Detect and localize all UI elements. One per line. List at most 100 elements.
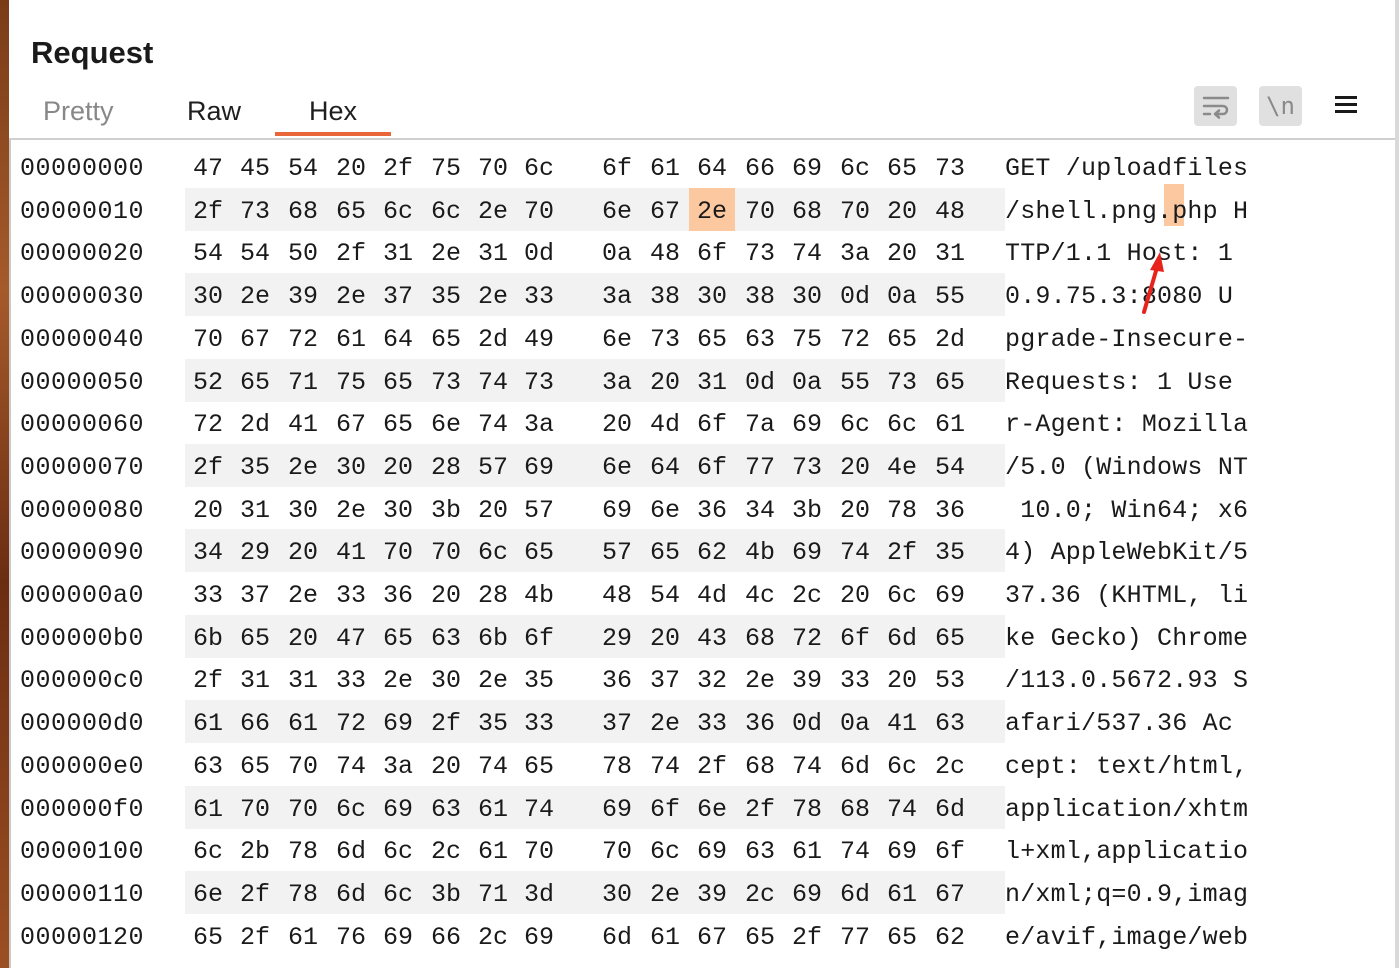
hex-byte[interactable]: 20 xyxy=(280,615,326,658)
hex-byte[interactable]: 6d xyxy=(927,786,973,829)
hex-byte[interactable]: 2e xyxy=(375,657,421,700)
hex-byte[interactable]: 30 xyxy=(784,273,830,316)
hex-byte[interactable]: 36 xyxy=(927,487,973,530)
hex-byte[interactable]: 6d xyxy=(832,871,878,914)
hex-byte[interactable]: 2e xyxy=(280,444,326,487)
hex-byte[interactable]: 2f xyxy=(185,444,231,487)
hex-byte[interactable]: 20 xyxy=(280,529,326,572)
hex-byte[interactable]: 36 xyxy=(375,572,421,615)
hex-byte[interactable]: 65 xyxy=(423,316,469,359)
hex-byte[interactable]: 3b xyxy=(423,487,469,530)
hex-byte[interactable]: 65 xyxy=(516,743,562,786)
hex-byte[interactable]: 68 xyxy=(784,188,830,231)
hex-byte[interactable]: 69 xyxy=(375,786,421,829)
hex-byte[interactable]: 33 xyxy=(516,273,562,316)
hex-byte[interactable]: 65 xyxy=(232,615,278,658)
hex-byte[interactable]: 0d xyxy=(737,359,783,402)
hex-byte[interactable]: 6c xyxy=(879,743,925,786)
hex-byte[interactable]: 41 xyxy=(280,401,326,444)
hex-byte[interactable]: 2e xyxy=(689,187,735,231)
hex-byte[interactable]: 61 xyxy=(927,401,973,444)
hex-byte[interactable]: 65 xyxy=(927,615,973,658)
hex-byte[interactable]: 2e xyxy=(423,230,469,273)
hex-byte[interactable]: 69 xyxy=(879,828,925,871)
hex-byte[interactable]: 35 xyxy=(516,657,562,700)
hex-byte[interactable]: 64 xyxy=(689,145,735,188)
hex-byte[interactable]: 3a xyxy=(516,401,562,444)
hex-byte[interactable]: 70 xyxy=(516,188,562,231)
hex-byte[interactable]: 0a xyxy=(784,359,830,402)
hex-byte[interactable]: 74 xyxy=(642,743,688,786)
hex-byte[interactable]: 6f xyxy=(689,444,735,487)
hex-byte[interactable]: 69 xyxy=(784,401,830,444)
hex-byte[interactable]: 33 xyxy=(185,572,231,615)
hex-byte[interactable]: 0a xyxy=(879,273,925,316)
hex-editor[interactable]: 00000000 47 45 54 20 2f 75 70 6c 6f 61 64 66 69 6c 65 73… xyxy=(9,140,1395,968)
hex-byte[interactable]: 6c xyxy=(375,871,421,914)
hex-byte[interactable]: 74 xyxy=(879,786,925,829)
hex-byte[interactable]: 7a xyxy=(737,401,783,444)
hex-byte[interactable]: 65 xyxy=(516,529,562,572)
hex-byte[interactable]: 61 xyxy=(470,828,516,871)
hex-byte[interactable]: 74 xyxy=(328,743,374,786)
hex-byte[interactable]: 65 xyxy=(232,743,278,786)
hex-byte[interactable]: 2c xyxy=(423,828,469,871)
hex-byte[interactable]: 64 xyxy=(642,444,688,487)
hex-byte[interactable]: 75 xyxy=(784,316,830,359)
hex-byte[interactable]: 35 xyxy=(470,700,516,743)
hex-byte[interactable]: 63 xyxy=(737,828,783,871)
hex-byte[interactable]: 61 xyxy=(784,828,830,871)
hex-byte[interactable]: 70 xyxy=(185,316,231,359)
hex-byte[interactable]: 73 xyxy=(737,230,783,273)
hex-byte[interactable]: 65 xyxy=(879,914,925,957)
hex-byte[interactable]: 74 xyxy=(784,743,830,786)
hex-byte[interactable]: 4b xyxy=(737,529,783,572)
hex-byte[interactable]: 69 xyxy=(594,487,640,530)
hex-byte[interactable]: 6c xyxy=(328,786,374,829)
hex-byte[interactable]: 20 xyxy=(470,487,516,530)
hex-byte[interactable]: 2d xyxy=(927,316,973,359)
hex-byte[interactable]: 0a xyxy=(832,700,878,743)
hex-byte[interactable]: 70 xyxy=(737,188,783,231)
hex-byte[interactable]: 6c xyxy=(185,828,231,871)
hex-byte[interactable]: 34 xyxy=(737,487,783,530)
hex-byte[interactable]: 68 xyxy=(737,743,783,786)
hex-byte[interactable]: 65 xyxy=(927,359,973,402)
hex-byte[interactable]: 65 xyxy=(375,615,421,658)
hex-byte[interactable]: 37 xyxy=(232,572,278,615)
hex-byte[interactable]: 67 xyxy=(927,871,973,914)
hex-byte[interactable]: 2f xyxy=(737,786,783,829)
hex-byte[interactable]: 6b xyxy=(185,615,231,658)
hex-byte[interactable]: 20 xyxy=(328,145,374,188)
hex-byte[interactable]: 4c xyxy=(737,572,783,615)
hex-byte[interactable]: 6d xyxy=(594,914,640,957)
hex-byte[interactable]: 6e xyxy=(185,871,231,914)
show-newlines-button[interactable]: \n xyxy=(1259,86,1302,126)
hex-byte[interactable]: 6f xyxy=(689,401,735,444)
hex-byte[interactable]: 68 xyxy=(832,786,878,829)
hex-byte[interactable]: 75 xyxy=(328,359,374,402)
hex-byte[interactable]: 65 xyxy=(328,188,374,231)
hex-byte[interactable]: 53 xyxy=(927,657,973,700)
hex-byte[interactable]: 6c xyxy=(516,145,562,188)
hex-byte[interactable]: 39 xyxy=(689,871,735,914)
hex-byte[interactable]: 61 xyxy=(280,700,326,743)
hex-byte[interactable]: 6f xyxy=(689,230,735,273)
hex-byte[interactable]: 31 xyxy=(280,657,326,700)
hex-byte[interactable]: 65 xyxy=(375,401,421,444)
hex-byte[interactable]: 61 xyxy=(328,316,374,359)
hex-byte[interactable]: 2f xyxy=(328,230,374,273)
hex-byte[interactable]: 2e xyxy=(328,273,374,316)
hex-byte[interactable]: 69 xyxy=(375,914,421,957)
hex-byte[interactable]: 36 xyxy=(594,657,640,700)
hex-byte[interactable]: 68 xyxy=(737,615,783,658)
hex-byte[interactable]: 74 xyxy=(516,786,562,829)
hex-byte[interactable]: 0d xyxy=(516,230,562,273)
hex-byte[interactable]: 75 xyxy=(423,145,469,188)
hex-byte[interactable]: 66 xyxy=(232,700,278,743)
hex-byte[interactable]: 65 xyxy=(689,316,735,359)
hex-byte[interactable]: 6e xyxy=(423,401,469,444)
hex-byte[interactable]: 70 xyxy=(280,743,326,786)
hamburger-menu-icon[interactable] xyxy=(1333,92,1361,120)
hex-byte[interactable]: 20 xyxy=(832,572,878,615)
